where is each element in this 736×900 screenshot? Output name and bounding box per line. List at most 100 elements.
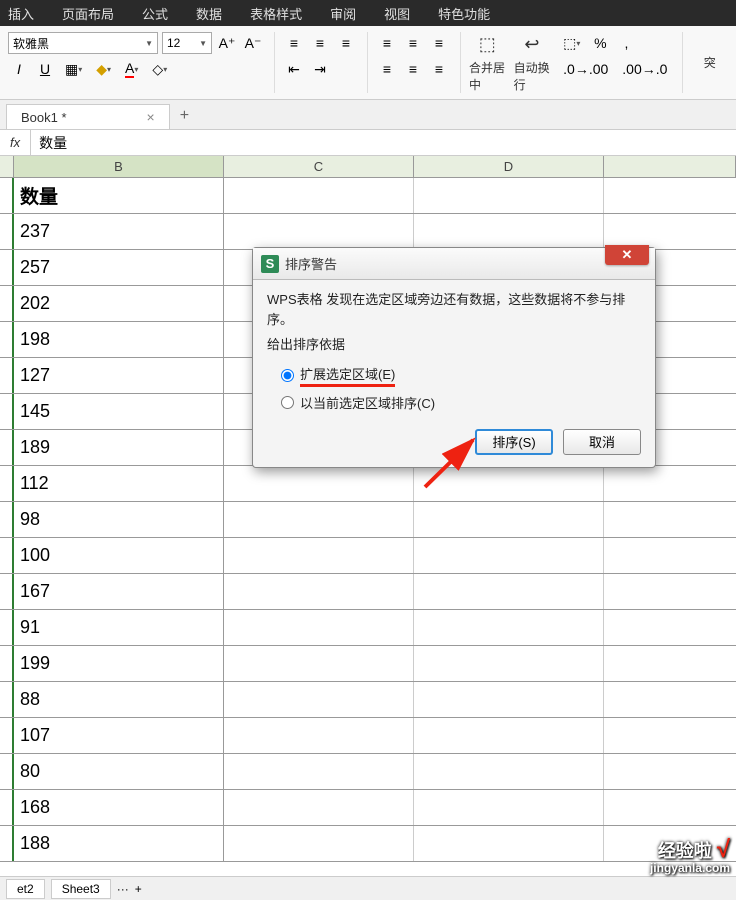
percent-icon[interactable]: % [589,32,611,54]
wrap-icon: ↩ [518,32,546,57]
option-expand-label: 扩展选定区域(E) [300,364,395,387]
menu-review[interactable]: 审阅 [330,4,356,23]
cell[interactable]: 91 [14,610,224,645]
cell[interactable]: 88 [14,682,224,717]
align-middle-icon[interactable]: ≡ [309,32,331,54]
document-tab[interactable]: Book1 * × [6,104,170,129]
close-tab-icon[interactable]: × [147,109,155,125]
menu-feature[interactable]: 特色功能 [438,4,490,23]
cell[interactable]: 199 [14,646,224,681]
dialog-buttons: 排序(S) 取消 [253,421,655,467]
cell[interactable]: 188 [14,826,224,861]
number-format-icon[interactable]: ⬚▾ [558,32,585,54]
column-headers: B C D [0,156,736,178]
cell[interactable]: 107 [14,718,224,753]
merge-center-button[interactable]: ⬚ 合并居中 [469,32,506,93]
align-top-icon[interactable]: ≡ [283,32,305,54]
radio-expand[interactable] [281,369,294,382]
dialog-titlebar[interactable]: S 排序警告 ✕ [253,248,655,280]
font-name-value: 软雅黑 [13,35,49,52]
watermark-text: 经验啦 [658,841,712,861]
sheet-tab[interactable]: et2 [6,879,45,899]
cell[interactable]: 127 [14,358,224,393]
overflow-label: 突 [704,54,716,71]
wrap-text-button[interactable]: ↩ 自动换行 [514,32,551,93]
cell[interactable]: 80 [14,754,224,789]
font-color-icon[interactable]: A▾ [120,58,143,80]
align-center-icon[interactable]: ≡ [402,32,424,54]
italic-icon[interactable]: I [8,58,30,80]
menu-insert[interactable]: 插入 [8,4,34,23]
menu-formula[interactable]: 公式 [142,4,168,23]
watermark: 经验啦 √ jingyanla.com [650,838,730,874]
border-icon[interactable]: ▦▾ [60,58,87,80]
font-size-select[interactable]: 12 ▼ [162,32,212,54]
align-left-icon[interactable]: ≡ [376,32,398,54]
sheet-tab-bar: et2 Sheet3 ··· + [0,876,736,900]
cell[interactable]: 189 [14,430,224,465]
align-center2-icon[interactable]: ≡ [402,58,424,80]
option-expand-selection[interactable]: 扩展选定区域(E) [267,361,641,390]
app-icon: S [261,255,279,273]
dialog-section-label: 给出排序依据 [267,335,641,355]
formula-input[interactable] [31,130,736,155]
radio-current[interactable] [281,396,294,409]
overflow-button[interactable]: 突 [691,32,728,93]
cell[interactable]: 98 [14,502,224,537]
increase-font-icon[interactable]: A⁺ [216,32,238,54]
col-header-c[interactable]: C [224,156,414,177]
cell[interactable]: 100 [14,538,224,573]
cell[interactable]: 167 [14,574,224,609]
cell[interactable]: 数量 [14,178,224,213]
chevron-down-icon: ▼ [199,39,207,48]
menu-data[interactable]: 数据 [196,4,222,23]
sheet-add-button[interactable]: + [135,882,142,896]
merge-icon: ⬚ [473,32,501,57]
decrease-font-icon[interactable]: A⁻ [242,32,264,54]
dialog-message: WPS表格 发现在选定区域旁边还有数据，这些数据将不参与排序。 [267,290,641,329]
col-header-d[interactable]: D [414,156,604,177]
cell[interactable]: 198 [14,322,224,357]
menu-layout[interactable]: 页面布局 [62,4,114,23]
cell[interactable]: 237 [14,214,224,249]
sort-warning-dialog: S 排序警告 ✕ WPS表格 发现在选定区域旁边还有数据，这些数据将不参与排序。… [252,247,656,468]
sheet-more-button[interactable]: ··· [117,882,129,896]
cell[interactable]: 202 [14,286,224,321]
document-tab-bar: Book1 * × + [0,100,736,130]
cell[interactable]: 168 [14,790,224,825]
fill-color-icon[interactable]: ◆▾ [91,58,116,80]
cell[interactable]: 145 [14,394,224,429]
add-tab-button[interactable]: + [170,103,199,129]
align-bottom-icon[interactable]: ≡ [335,32,357,54]
dialog-close-button[interactable]: ✕ [605,245,649,265]
sheet-tab[interactable]: Sheet3 [51,879,111,899]
menu-view[interactable]: 视图 [384,4,410,23]
align-right2-icon[interactable]: ≡ [428,58,450,80]
sort-cancel-button[interactable]: 取消 [563,429,641,455]
dialog-title-text: 排序警告 [285,254,337,273]
merge-label: 合并居中 [469,59,506,93]
font-name-select[interactable]: 软雅黑 ▼ [8,32,158,54]
cell[interactable]: 257 [14,250,224,285]
indent-icon[interactable]: ⇥ [309,58,331,80]
document-tab-label: Book1 * [21,110,67,125]
align-right-icon[interactable]: ≡ [428,32,450,54]
option-current-selection[interactable]: 以当前选定区域排序(C) [267,390,641,415]
underline-icon[interactable]: U [34,58,56,80]
format-icon[interactable]: ◇▾ [147,58,172,80]
font-size-value: 12 [167,36,180,50]
decrease-decimal-icon[interactable]: .0→.00 [558,58,613,80]
col-header-b[interactable]: B [14,156,224,177]
watermark-check-icon: √ [717,836,730,863]
chevron-down-icon: ▼ [145,39,153,48]
menu-bar: 插入 页面布局 公式 数据 表格样式 审阅 视图 特色功能 [0,0,736,26]
cell[interactable]: 112 [14,466,224,501]
sort-ok-button[interactable]: 排序(S) [475,429,553,455]
menu-tablestyle[interactable]: 表格样式 [250,4,302,23]
align-left2-icon[interactable]: ≡ [376,58,398,80]
outdent-icon[interactable]: ⇤ [283,58,305,80]
fx-label[interactable]: fx [0,130,31,155]
increase-decimal-icon[interactable]: .00→.0 [617,58,672,80]
dialog-body: WPS表格 发现在选定区域旁边还有数据，这些数据将不参与排序。 给出排序依据 扩… [253,280,655,421]
comma-icon[interactable]: , [615,32,637,54]
